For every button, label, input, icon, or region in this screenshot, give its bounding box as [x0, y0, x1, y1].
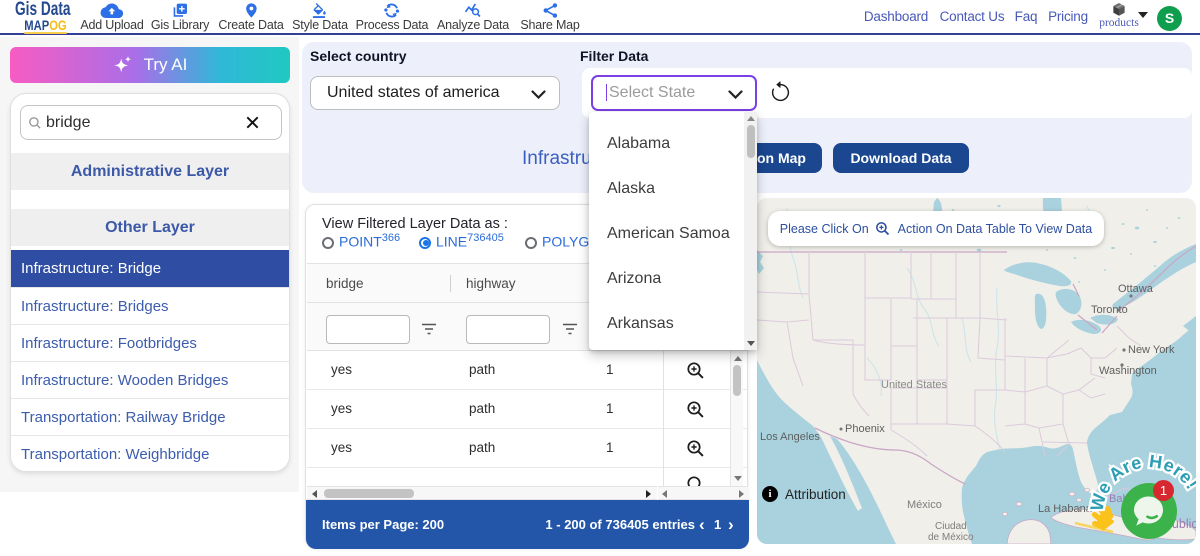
svg-text:México: México — [907, 499, 942, 511]
svg-text:Ottawa: Ottawa — [1118, 283, 1154, 295]
svg-text:Washington: Washington — [1099, 365, 1157, 377]
svg-text:de México: de México — [928, 532, 974, 543]
svg-text:La Habana: La Habana — [1038, 503, 1093, 515]
svg-text:Phoenix: Phoenix — [845, 423, 885, 435]
svg-text:United States: United States — [881, 379, 948, 391]
svg-text:Los Angeles: Los Angeles — [760, 431, 820, 443]
svg-text:Toronto: Toronto — [1091, 304, 1128, 316]
svg-text:New York: New York — [1128, 344, 1175, 356]
svg-text:Ciudad: Ciudad — [935, 521, 967, 532]
